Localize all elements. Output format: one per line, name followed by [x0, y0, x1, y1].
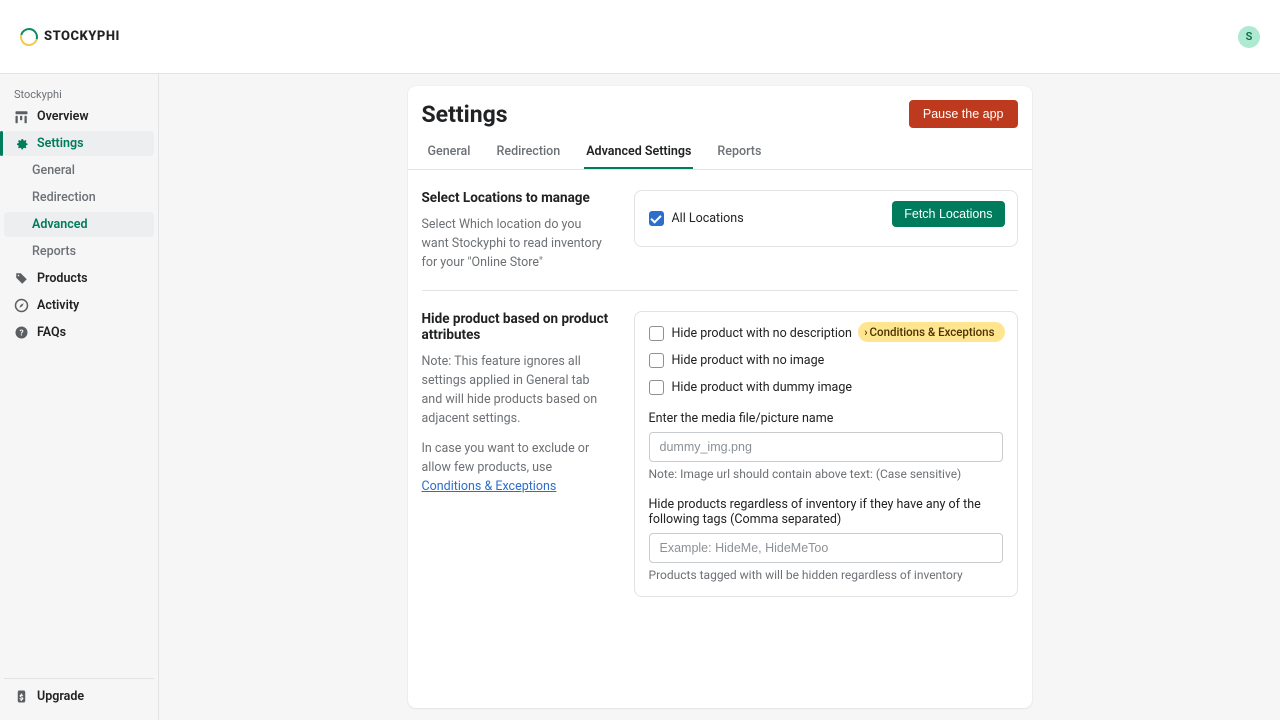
page-title: Settings — [422, 101, 508, 128]
sidebar-item-label: Products — [37, 271, 88, 286]
chevron-right-icon: › — [864, 327, 867, 338]
tab-redirection[interactable]: Redirection — [495, 136, 563, 169]
main-content: Settings Pause the app General Redirecti… — [159, 74, 1280, 720]
pause-app-button[interactable]: Pause the app — [909, 100, 1018, 128]
sidebar-app-label: Stockyphi — [4, 84, 154, 103]
sidebar-item-label: Overview — [37, 109, 89, 124]
sidebar: Stockyphi Overview Settings General Redi… — [0, 74, 159, 720]
brand-logo[interactable]: STOCKYPHI — [20, 28, 120, 46]
chk-dummy-label: Hide product with dummy image — [672, 380, 853, 395]
sidebar-sub-reports[interactable]: Reports — [4, 239, 154, 264]
attributes-desc2: In case you want to exclude or allow few… — [422, 440, 612, 496]
price-icon — [14, 689, 29, 704]
avatar[interactable]: S — [1238, 26, 1260, 48]
brand-name: STOCKYPHI — [44, 29, 120, 44]
checkbox-no-description[interactable] — [649, 326, 664, 341]
chk-no-desc-label: Hide product with no description — [672, 326, 852, 341]
media-file-label: Enter the media file/picture name — [649, 411, 1003, 426]
checkbox-all-locations[interactable] — [649, 211, 664, 226]
conditions-exceptions-badge[interactable]: › Conditions & Exceptions — [858, 322, 1004, 342]
media-file-input[interactable] — [649, 432, 1003, 462]
gear-icon — [14, 136, 29, 151]
tab-reports[interactable]: Reports — [715, 136, 763, 169]
tags-label: Hide products regardless of inventory if… — [649, 497, 1003, 527]
tab-general[interactable]: General — [426, 136, 473, 169]
sidebar-sub-general[interactable]: General — [4, 158, 154, 183]
settings-card: Settings Pause the app General Redirecti… — [408, 86, 1032, 708]
sidebar-item-settings[interactable]: Settings — [4, 131, 154, 156]
sidebar-sub-advanced[interactable]: Advanced — [4, 212, 154, 237]
fetch-locations-button[interactable]: Fetch Locations — [892, 201, 1004, 227]
sidebar-item-faqs[interactable]: ? FAQs — [4, 320, 154, 345]
chk-no-img-label: Hide product with no image — [672, 353, 825, 368]
media-help-text: Note: Image url should contain above tex… — [649, 467, 1003, 481]
help-icon: ? — [14, 325, 29, 340]
sidebar-item-label: Activity — [37, 298, 79, 313]
locations-panel: Fetch Locations All Locations — [634, 190, 1018, 247]
tag-icon — [14, 271, 29, 286]
sidebar-item-products[interactable]: Products — [4, 266, 154, 291]
tags-help-text: Products tagged with will be hidden rega… — [649, 568, 1003, 582]
sidebar-sub-redirection[interactable]: Redirection — [4, 185, 154, 210]
sidebar-item-label: Upgrade — [37, 689, 84, 704]
tags-input[interactable] — [649, 533, 1003, 563]
logo-mark-icon — [17, 24, 42, 49]
svg-text:?: ? — [19, 329, 23, 339]
sidebar-item-activity[interactable]: Activity — [4, 293, 154, 318]
settings-tabs: General Redirection Advanced Settings Re… — [408, 136, 1032, 170]
checkbox-no-image[interactable] — [649, 353, 664, 368]
overview-icon — [14, 109, 29, 124]
attributes-note: Note: This feature ignores all settings … — [422, 353, 612, 428]
attributes-panel: › Conditions & Exceptions Hide product w… — [634, 311, 1018, 597]
sidebar-item-upgrade[interactable]: Upgrade — [4, 684, 154, 709]
conditions-exceptions-link[interactable]: Conditions & Exceptions — [422, 479, 557, 494]
sidebar-item-label: FAQs — [37, 325, 66, 340]
all-locations-label: All Locations — [672, 211, 744, 226]
locations-desc: Select Which location do you want Stocky… — [422, 216, 612, 272]
app-header: STOCKYPHI S — [0, 0, 1280, 74]
locations-title: Select Locations to manage — [422, 190, 612, 206]
compass-icon — [14, 298, 29, 313]
sidebar-item-overview[interactable]: Overview — [4, 104, 154, 129]
attributes-title: Hide product based on product attributes — [422, 311, 612, 343]
sidebar-item-label: Settings — [37, 136, 84, 151]
checkbox-dummy-image[interactable] — [649, 380, 664, 395]
tab-advanced-settings[interactable]: Advanced Settings — [584, 136, 693, 169]
